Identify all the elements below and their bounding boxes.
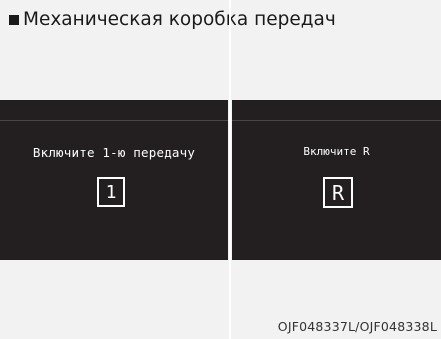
section-heading: Механическая коробка передач [9, 6, 336, 32]
figure-code: OJF048337L/OJF048338L [277, 319, 437, 334]
display-panel-reverse-gear: Включите R R [232, 100, 441, 260]
column-separator [229, 0, 231, 339]
black-square-icon [9, 15, 19, 25]
panel-message: Включите 1-ю передачу [32, 145, 196, 160]
display-panel-first-gear: Включите 1-ю передачу 1 [0, 100, 228, 260]
panel-divider [232, 120, 441, 121]
panel-divider [0, 120, 228, 121]
section-title: Механическая коробка передач [23, 8, 336, 30]
document-page: Механическая коробка передач Включите 1-… [0, 0, 441, 339]
gear-indicator: R [323, 177, 353, 208]
panel-message: Включите R [303, 145, 370, 158]
gear-indicator: 1 [97, 177, 125, 207]
